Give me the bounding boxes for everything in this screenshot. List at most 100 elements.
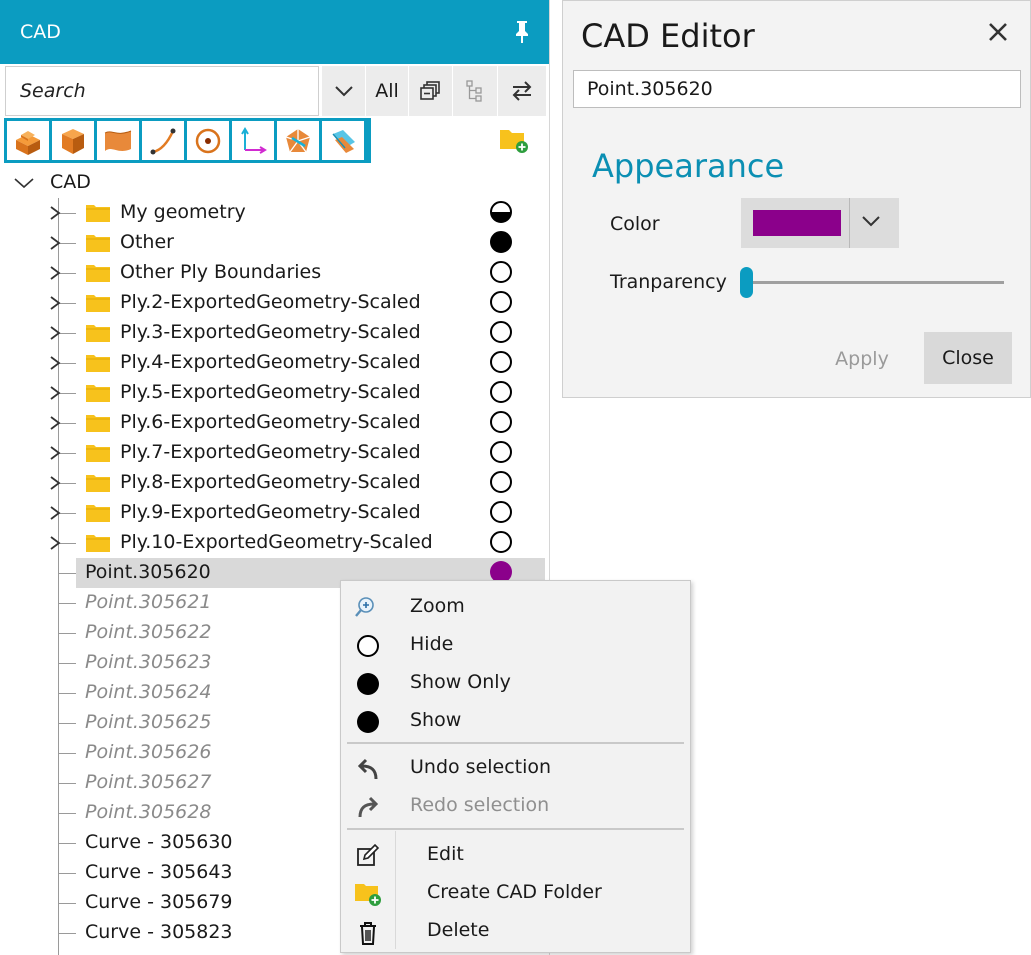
slider-thumb[interactable] [740,267,753,298]
expand-chevron-icon[interactable] [48,505,62,525]
visibility-toggle-icon[interactable] [490,321,512,343]
tree-connector [58,873,76,874]
circle-filled-icon-glyph [357,711,379,733]
tree-view-button[interactable] [453,66,497,116]
visibility-toggle-icon[interactable] [490,351,512,373]
menu-item-hide[interactable]: Hide [341,626,690,664]
expand-chevron-icon[interactable] [48,355,62,375]
tree-folder-row[interactable]: Other [0,228,549,258]
chevron-right-glyph [50,446,61,460]
create-folder-button[interactable] [498,125,530,155]
tree-folder-row[interactable]: Ply.5-ExportedGeometry-Scaled [0,378,549,408]
expand-chevron-icon[interactable] [48,475,62,495]
expanded-chevron-icon[interactable] [12,176,36,190]
circle-filled-icon [354,670,382,698]
expand-chevron-icon[interactable] [48,325,62,345]
solid-button[interactable] [52,121,94,160]
swap-arrows-icon [512,81,532,101]
filter-all-button[interactable]: All [366,66,408,116]
solid-stack-button[interactable] [7,121,49,160]
pin-icon[interactable] [510,18,534,44]
folder-icon [85,413,111,433]
visibility-toggle-icon[interactable] [490,411,512,433]
zoom-icon [354,594,382,622]
tree-folder-row[interactable]: Other Ply Boundaries [0,258,549,288]
point-button[interactable] [187,121,229,160]
expand-chevron-icon[interactable] [48,265,62,285]
tree-folder-row[interactable]: Ply.9-ExportedGeometry-Scaled [0,498,549,528]
tree-root-cad[interactable]: CAD [0,168,549,198]
tree-folder-label: Ply.7-ExportedGeometry-Scaled [120,441,421,463]
folder-glyph [86,415,110,432]
chevron-down-icon[interactable] [861,215,881,227]
circle-outline-icon [354,632,382,660]
tree-connector [58,783,76,784]
menu-item-show[interactable]: Show [341,702,690,740]
menu-item-create-cad-folder[interactable]: Create CAD Folder [341,874,690,912]
menu-item-label: Show Only [410,671,511,693]
expand-chevron-icon[interactable] [48,445,62,465]
visibility-toggle-icon[interactable] [490,291,512,313]
tree-folder-row[interactable]: My geometry [0,198,549,228]
visibility-toggle-icon[interactable] [490,201,512,223]
expand-chevron-icon[interactable] [48,385,62,405]
expand-chevron-icon[interactable] [48,415,62,435]
transparency-slider[interactable] [740,265,1004,301]
visibility-toggle-icon[interactable] [490,231,512,253]
tree-folder-row[interactable]: Ply.10-ExportedGeometry-Scaled [0,528,549,558]
curve-icon [150,128,176,154]
tree-folder-row[interactable]: Ply.7-ExportedGeometry-Scaled [0,438,549,468]
color-picker[interactable] [741,198,899,248]
tree-root-label: CAD [50,171,91,193]
tree-folder-row[interactable]: Ply.6-ExportedGeometry-Scaled [0,408,549,438]
tree-folder-row[interactable]: Ply.4-ExportedGeometry-Scaled [0,348,549,378]
sync-selection-button[interactable] [498,66,546,116]
expand-chevron-icon[interactable] [48,295,62,315]
surface-button[interactable] [97,121,139,160]
name-field[interactable]: Point.305620 [573,70,1021,108]
folder-icon [85,263,111,283]
visibility-toggle-icon[interactable] [490,441,512,463]
visibility-toggle-icon[interactable] [490,381,512,403]
collapse-all-button[interactable] [409,66,452,116]
undo-icon-glyph [357,758,378,780]
close-icon[interactable] [987,21,1009,43]
filter-dropdown-button[interactable] [322,66,365,116]
chevron-right-glyph [50,236,61,250]
menu-item-label: Delete [427,919,490,941]
menu-item-zoom[interactable]: Zoom [341,588,690,626]
visibility-toggle-icon[interactable] [490,531,512,553]
apply-button[interactable]: Apply [819,335,905,383]
expand-chevron-icon[interactable] [48,205,62,225]
axis-system-button[interactable] [232,121,274,160]
tree-folder-row[interactable]: Ply.2-ExportedGeometry-Scaled [0,288,549,318]
slider-track[interactable] [744,281,1004,284]
chevron-right-glyph [50,296,61,310]
mesh-button[interactable] [277,121,319,160]
tree-folder-label: Ply.5-ExportedGeometry-Scaled [120,381,421,403]
menu-item-delete[interactable]: Delete [341,912,690,950]
expand-chevron-icon[interactable] [48,535,62,555]
cad-editor-panel: CAD Editor Point.305620 Appearance Color… [562,0,1031,398]
tree-item-label: Curve - 305823 [85,921,233,943]
projection-button[interactable] [322,121,364,160]
menu-item-edit[interactable]: Edit [341,836,690,874]
redo-icon-glyph [358,796,379,818]
menu-item-undo-selection[interactable]: Undo selection [341,749,690,787]
tree-folder-row[interactable]: Ply.3-ExportedGeometry-Scaled [0,318,549,348]
tree-item-label: Curve - 305643 [85,861,233,883]
chevron-right-glyph [50,506,61,520]
cad-editor-title: CAD Editor [581,17,755,55]
expand-chevron-icon[interactable] [48,235,62,255]
search-input[interactable] [18,67,312,115]
menu-item-redo-selection[interactable]: Redo selection [341,787,690,825]
curve-button[interactable] [142,121,184,160]
visibility-toggle-icon[interactable] [490,471,512,493]
close-button[interactable]: Close [924,332,1012,384]
tree-folder-row[interactable]: Ply.8-ExportedGeometry-Scaled [0,468,549,498]
visibility-toggle-icon[interactable] [490,261,512,283]
folder-icon [85,293,111,313]
menu-item-show-only[interactable]: Show Only [341,664,690,702]
tree-folder-label: Ply.2-ExportedGeometry-Scaled [120,291,421,313]
visibility-toggle-icon[interactable] [490,501,512,523]
